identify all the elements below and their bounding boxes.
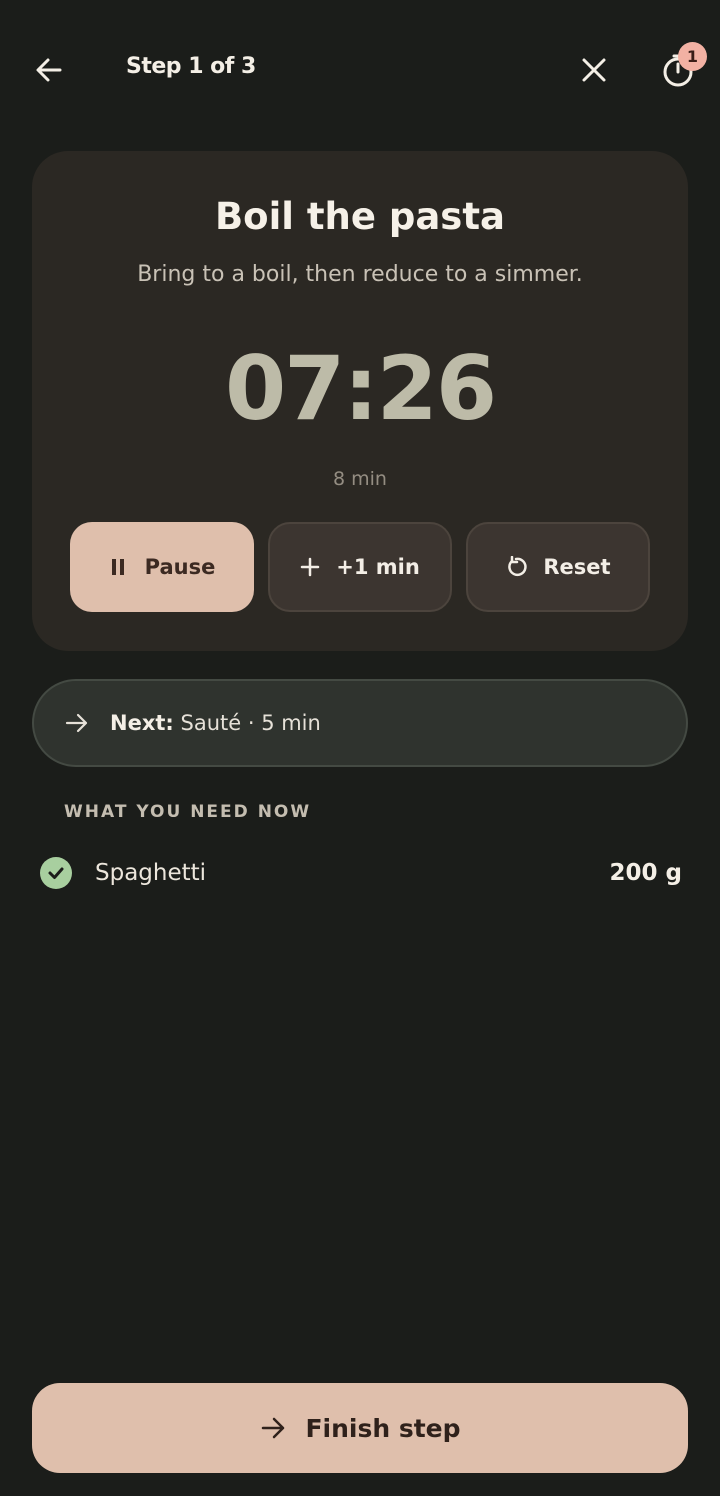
pause-icon bbox=[111, 559, 124, 575]
arrow-right-icon bbox=[262, 1417, 285, 1439]
reset-button[interactable]: Reset bbox=[466, 522, 650, 612]
ingredient-name: Spaghetti bbox=[95, 860, 207, 886]
needs-heading: WHAT YOU NEED NOW bbox=[64, 802, 312, 822]
close-icon bbox=[582, 58, 606, 82]
step-instruction: Bring to a boil, then reduce to a simmer… bbox=[137, 262, 583, 287]
step-progress-title: Step 1 of 3 bbox=[126, 54, 256, 79]
next-step-prefix: Next: bbox=[110, 711, 174, 735]
step-title: Boil the pasta bbox=[214, 195, 505, 238]
ingredient-quantity: 200 g bbox=[609, 860, 682, 886]
timer-count-badge: 1 bbox=[678, 42, 707, 71]
pause-button[interactable]: Pause bbox=[70, 522, 254, 612]
next-step-detail: Sauté · 5 min bbox=[180, 711, 321, 735]
list-item[interactable]: Spaghetti 200 g bbox=[40, 848, 682, 898]
arrow-right-icon bbox=[65, 713, 88, 733]
add-minute-label: +1 min bbox=[336, 555, 420, 579]
top-bar: Step 1 of 3 1 bbox=[0, 0, 720, 140]
plus-icon bbox=[300, 557, 320, 577]
check-icon[interactable] bbox=[40, 857, 72, 889]
arrow-left-icon bbox=[36, 58, 62, 82]
reset-icon bbox=[508, 556, 528, 577]
next-step-pill[interactable]: Next: Sauté · 5 min bbox=[32, 679, 688, 767]
step-duration: 8 min bbox=[333, 468, 387, 490]
next-step-text: Next: Sauté · 5 min bbox=[110, 711, 321, 735]
pause-label: Pause bbox=[144, 555, 216, 579]
close-button[interactable] bbox=[566, 42, 622, 98]
add-minute-button[interactable]: +1 min bbox=[268, 522, 452, 612]
finish-step-label: Finish step bbox=[305, 1413, 461, 1443]
back-button[interactable] bbox=[21, 42, 77, 98]
timer-card: Boil the pasta Bring to a boil, then red… bbox=[32, 151, 688, 651]
timer-countdown: 07:26 bbox=[224, 337, 497, 440]
reset-label: Reset bbox=[543, 555, 611, 579]
finish-step-button[interactable]: Finish step bbox=[32, 1383, 688, 1473]
cooking-step-screen: Step 1 of 3 1 Boil the pasta Bring to a … bbox=[0, 0, 720, 1496]
